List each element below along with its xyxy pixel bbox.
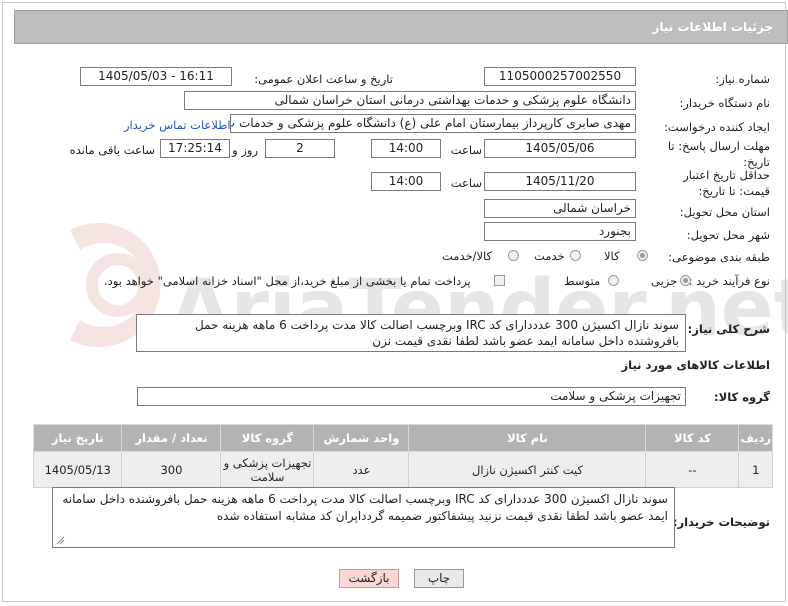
days-remaining-field[interactable]: 2 bbox=[265, 139, 335, 158]
buyer-notes-label: توضیحات خریدار: bbox=[672, 515, 770, 529]
resize-grip-icon[interactable] bbox=[56, 536, 65, 545]
category-radio-service[interactable] bbox=[570, 250, 581, 261]
goods-table: ردیف کد کالا نام کالا واحد شمارش گروه کا… bbox=[32, 424, 773, 488]
col-code: کد کالا bbox=[645, 424, 740, 452]
category-option-goods: کالا bbox=[604, 249, 620, 263]
table-row[interactable]: 1 -- کیت کنتر اکسیژن نازال عدد تجهیزات پ… bbox=[32, 451, 773, 488]
col-unit: واحد شمارش bbox=[313, 424, 410, 452]
process-radio-minor[interactable] bbox=[680, 275, 691, 286]
col-name: نام کالا bbox=[408, 424, 647, 452]
buyer-field[interactable]: دانشگاه علوم پزشکی و خدمات بهداشتی درمان… bbox=[184, 91, 636, 110]
deadline-label: مهلت ارسال پاسخ: تا تاریخ: bbox=[667, 139, 770, 169]
price-validity-date-field[interactable]: 1405/11/20 bbox=[484, 172, 636, 191]
goods-section-title: اطلاعات کالاهای مورد نیاز bbox=[621, 358, 770, 372]
requester-field[interactable]: مهدی صابری کارپرداز بیمارستان امام علی (… bbox=[230, 114, 636, 133]
purchase-process-label: نوع فرآیند خرید : bbox=[688, 274, 770, 288]
cell-unit: عدد bbox=[313, 451, 410, 488]
process-option-medium: متوسط bbox=[564, 274, 601, 288]
goods-group-field[interactable]: تجهیزات پزشکی و سلامت bbox=[137, 387, 686, 406]
buyer-notes-field[interactable]: سوند نازال اکسیژن 300 عدددارای کد IRC وب… bbox=[52, 487, 675, 548]
price-validity-time-field[interactable]: 14:00 bbox=[371, 172, 441, 191]
city-label: شهر محل تحویل: bbox=[686, 228, 770, 242]
cell-name: کیت کنتر اکسیژن نازال bbox=[408, 451, 647, 488]
category-option-service: خدمت bbox=[534, 249, 565, 263]
buyer-label: نام دستگاه خریدار: bbox=[679, 96, 770, 110]
category-option-goods-service: کالا/خدمت bbox=[442, 249, 493, 263]
price-validity-label: حداقل تاریخ اعتبار قیمت: تا تاریخ: bbox=[683, 168, 770, 198]
announce-date-label: تاریخ و ساعت اعلان عمومی: bbox=[254, 72, 393, 86]
buyer-notes-text: سوند نازال اکسیژن 300 عدددارای کد IRC وب… bbox=[62, 492, 668, 523]
treasury-payment-note: پرداخت تمام یا بخشی از مبلغ خرید،از محل … bbox=[104, 274, 471, 288]
remaining-time-label: ساعت باقی مانده bbox=[69, 143, 155, 157]
days-label: روز و bbox=[232, 143, 258, 157]
col-qty: تعداد / مقدار bbox=[121, 424, 222, 452]
cell-code: -- bbox=[645, 451, 740, 488]
cell-date: 1405/05/13 bbox=[32, 451, 123, 488]
category-radio-goods-service[interactable] bbox=[508, 250, 519, 261]
col-group: گروه کالا bbox=[220, 424, 315, 452]
requester-label: ایجاد کننده درخواست: bbox=[664, 120, 770, 134]
deadline-time-field[interactable]: 14:00 bbox=[371, 139, 441, 158]
page-header: جزئیات اطلاعات نیاز bbox=[14, 10, 788, 44]
cell-group: تجهیزات پزشکی و سلامت bbox=[220, 451, 315, 488]
city-field[interactable]: بجنورد bbox=[484, 222, 636, 241]
process-radio-medium[interactable] bbox=[608, 275, 619, 286]
cell-row: 1 bbox=[738, 451, 773, 488]
buyer-contact-link[interactable]: اطلاعات تماس خریدار bbox=[124, 118, 231, 132]
goods-group-label: گروه کالا: bbox=[714, 390, 770, 404]
province-field[interactable]: خراسان شمالی bbox=[484, 199, 636, 218]
price-validity-time-label: ساعت bbox=[450, 176, 482, 190]
deadline-date-field[interactable]: 1405/05/06 bbox=[484, 139, 636, 158]
need-number-field[interactable]: 1105000257002550 bbox=[484, 67, 636, 86]
print-button[interactable]: چاپ bbox=[414, 569, 464, 588]
category-label: طبقه بندی موضوعی: bbox=[668, 250, 770, 264]
category-radio-goods[interactable] bbox=[637, 250, 648, 261]
deadline-time-label: ساعت bbox=[450, 143, 482, 157]
province-label: استان محل تحویل: bbox=[679, 205, 770, 219]
col-row: ردیف bbox=[738, 424, 773, 452]
page-title: جزئیات اطلاعات نیاز bbox=[652, 20, 773, 34]
remaining-time-field[interactable]: 17:25:14 bbox=[160, 139, 230, 158]
treasury-payment-checkbox[interactable] bbox=[494, 275, 505, 286]
cell-qty: 300 bbox=[121, 451, 222, 488]
col-date: تاریخ نیاز bbox=[32, 424, 123, 452]
description-field[interactable]: سوند نازال اکسیژن 300 عدددارای کد IRC وب… bbox=[136, 314, 686, 352]
goods-table-header: ردیف کد کالا نام کالا واحد شمارش گروه کا… bbox=[32, 424, 773, 452]
announce-date-field[interactable]: 1405/05/03 - 16:11 bbox=[80, 67, 232, 86]
back-button[interactable]: بازگشت bbox=[339, 569, 399, 588]
description-label: شرح کلی نیاز: bbox=[687, 322, 770, 336]
need-number-label: شماره نیاز: bbox=[715, 72, 770, 86]
process-option-minor: جزیی bbox=[651, 274, 678, 288]
